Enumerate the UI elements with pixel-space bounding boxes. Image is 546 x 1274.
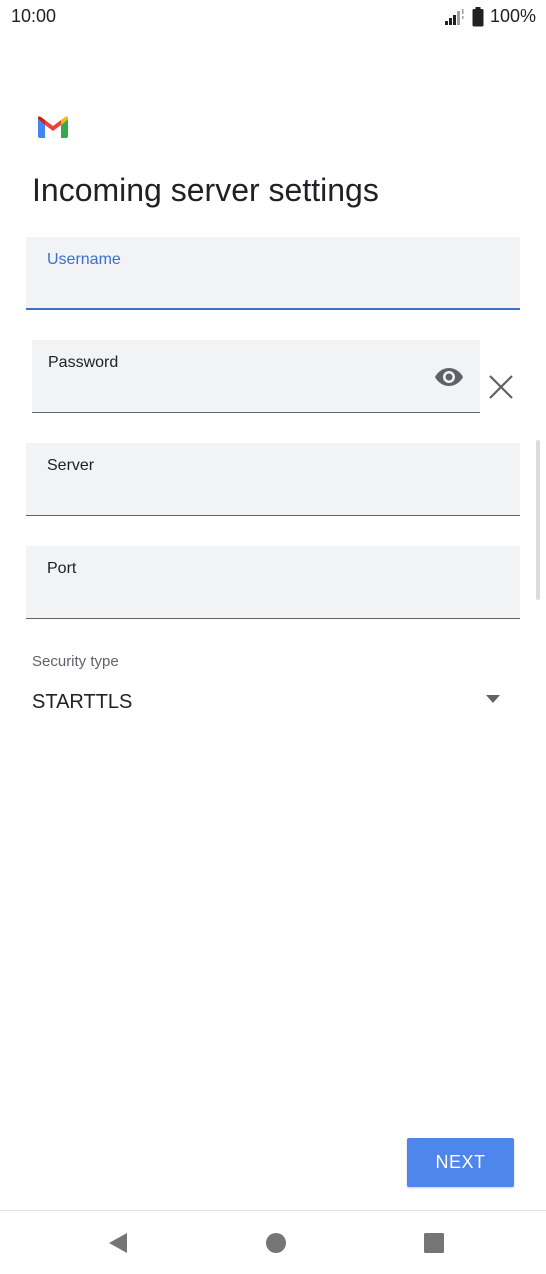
username-input[interactable] [47, 276, 504, 300]
page-title: Incoming server settings [32, 172, 379, 208]
security-type-dropdown[interactable]: STARTTLS [32, 684, 506, 724]
back-icon[interactable] [106, 1231, 130, 1255]
recents-icon[interactable] [422, 1231, 446, 1255]
password-label: Password [48, 354, 119, 371]
password-field[interactable]: Password [32, 340, 480, 413]
server-label: Server [47, 457, 95, 474]
signal-icon [444, 8, 466, 26]
battery-percent: 100% [489, 6, 536, 26]
dropdown-arrow-icon [486, 690, 500, 703]
eye-icon[interactable] [434, 366, 464, 388]
port-field[interactable]: Port [26, 546, 520, 619]
port-input[interactable] [47, 586, 504, 610]
home-icon[interactable] [264, 1231, 288, 1255]
security-type-label: Security type [32, 653, 119, 670]
security-type-value: STARTTLS [32, 691, 133, 713]
scrollbar[interactable] [536, 440, 540, 600]
screen: 10:00 100% Incoming server settings User… [0, 0, 546, 1274]
port-label: Port [47, 560, 77, 577]
gmail-logo [38, 116, 68, 138]
server-input[interactable] [47, 483, 504, 507]
status-icons: 100% [444, 6, 536, 27]
username-label: Username [47, 251, 121, 268]
battery-icon [472, 6, 484, 27]
username-field[interactable]: Username [26, 237, 520, 310]
status-time: 10:00 [11, 6, 57, 26]
server-field[interactable]: Server [26, 443, 520, 516]
next-button[interactable]: NEXT [407, 1138, 514, 1187]
password-input[interactable] [48, 380, 424, 404]
close-icon[interactable] [488, 374, 514, 400]
navigation-bar [0, 1211, 546, 1274]
status-bar: 10:00 100% [0, 0, 546, 34]
